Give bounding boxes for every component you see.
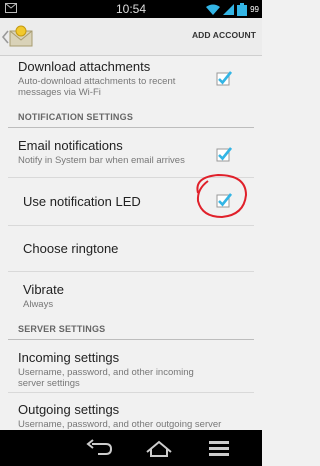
section-divider bbox=[8, 127, 254, 128]
add-account-button[interactable]: ADD ACCOUNT bbox=[192, 30, 256, 40]
section-divider bbox=[8, 339, 254, 340]
email-notifications-checkbox[interactable] bbox=[216, 146, 232, 162]
outgoing-settings-row[interactable]: Outgoing settings Username, password, an… bbox=[0, 393, 262, 430]
email-notifications-row[interactable]: Email notifications Notify in System bar… bbox=[0, 132, 262, 176]
email-notifications-title: Email notifications bbox=[18, 138, 123, 153]
status-bar: 10:54 99 bbox=[0, 0, 262, 18]
incoming-settings-title: Incoming settings bbox=[18, 350, 120, 365]
email-notifications-summary: Notify in System bar when email arrives bbox=[18, 155, 185, 166]
home-icon[interactable] bbox=[144, 438, 174, 458]
choose-ringtone-title: Choose ringtone bbox=[23, 241, 119, 256]
settings-list: Download attachments Auto-download attac… bbox=[0, 56, 262, 430]
battery-level: 99 bbox=[250, 4, 259, 14]
download-attachments-summary-2: messages via Wi-Fi bbox=[18, 87, 101, 98]
email-app-icon[interactable] bbox=[9, 24, 33, 48]
incoming-settings-row[interactable]: Incoming settings Username, password, an… bbox=[0, 344, 262, 390]
battery-icon bbox=[237, 2, 248, 16]
action-bar: ADD ACCOUNT bbox=[0, 18, 262, 56]
notification-settings-header: NOTIFICATION SETTINGS bbox=[18, 112, 134, 122]
choose-ringtone-row[interactable]: Choose ringtone bbox=[0, 226, 262, 270]
wifi-icon bbox=[206, 4, 221, 15]
red-annotation-circle bbox=[196, 173, 248, 219]
vibrate-summary: Always bbox=[23, 299, 54, 310]
download-attachments-row[interactable]: Download attachments Auto-download attac… bbox=[0, 56, 262, 108]
incoming-settings-summary-1: Username, password, and other incoming bbox=[18, 367, 194, 378]
recents-icon[interactable] bbox=[204, 438, 234, 458]
signal-icon bbox=[223, 3, 235, 15]
incoming-settings-summary-2: server settings bbox=[18, 378, 80, 389]
use-notification-led-title: Use notification LED bbox=[23, 194, 141, 209]
outgoing-settings-summary-1: Username, password, and other outgoing s… bbox=[18, 419, 222, 430]
download-attachments-checkbox[interactable] bbox=[216, 70, 232, 86]
download-attachments-title: Download attachments bbox=[18, 59, 151, 74]
back-icon[interactable] bbox=[84, 438, 114, 458]
outgoing-settings-title: Outgoing settings bbox=[18, 402, 120, 417]
navigation-bar bbox=[0, 430, 262, 466]
server-settings-header: SERVER SETTINGS bbox=[18, 324, 106, 334]
vibrate-row[interactable]: Vibrate Always bbox=[0, 272, 262, 318]
vibrate-title: Vibrate bbox=[23, 282, 64, 297]
download-attachments-summary-1: Auto-download attachments to recent bbox=[18, 76, 176, 87]
